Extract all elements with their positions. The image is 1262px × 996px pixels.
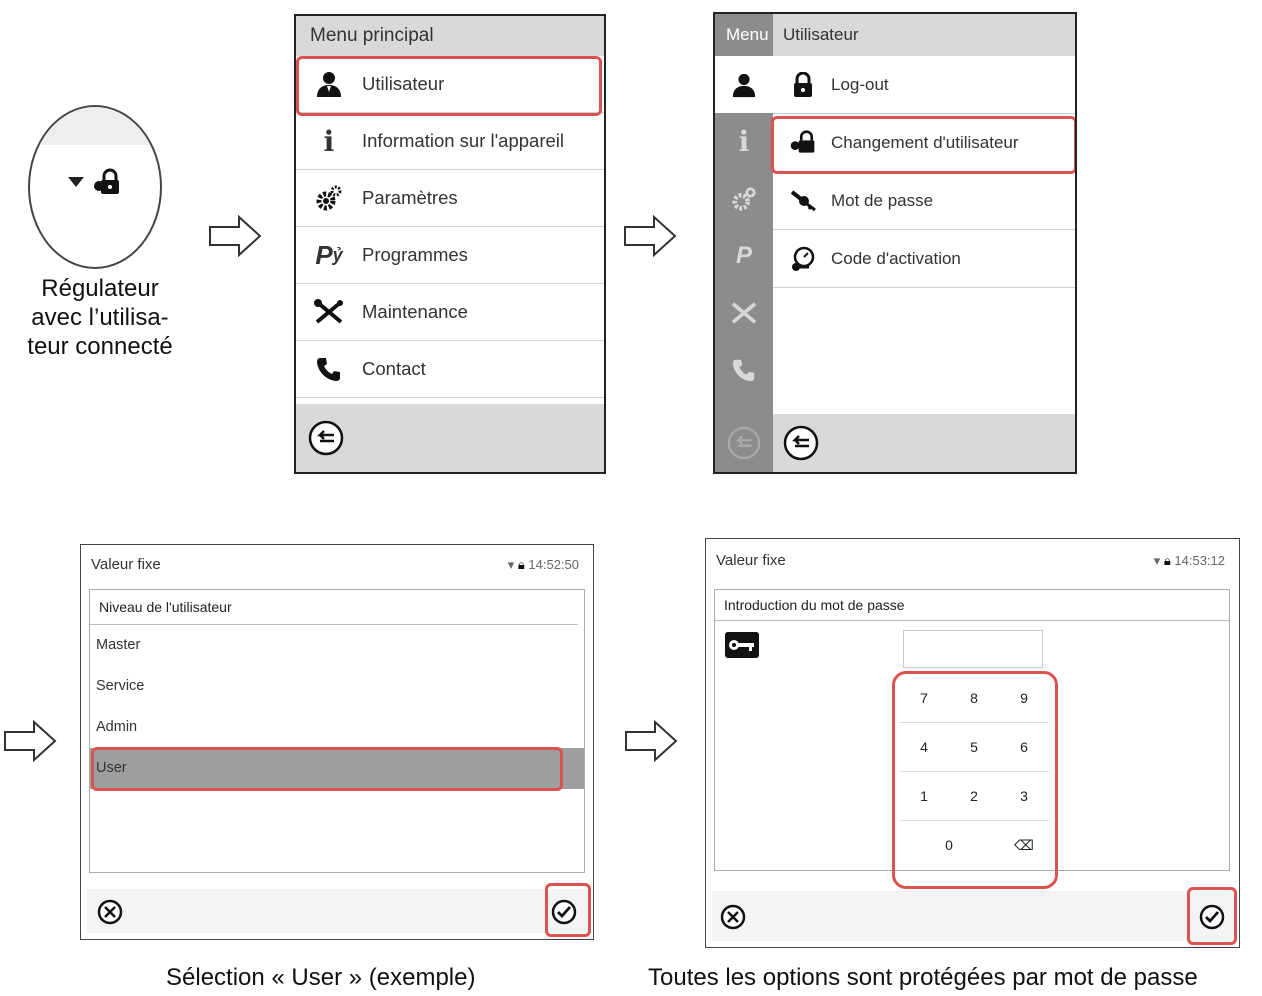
sidebar-item-settings[interactable] xyxy=(715,170,773,227)
menu-item-logout[interactable]: Log-out xyxy=(773,56,1075,114)
user-menu-screen: Menu i P Utilisateur Log-out Changement … xyxy=(713,12,1077,474)
user-menu-main: Utilisateur Log-out Changement d'utilisa… xyxy=(773,14,1075,472)
status-title: Valeur fixe xyxy=(91,556,161,573)
highlight-box xyxy=(545,883,591,937)
back-icon[interactable] xyxy=(783,425,819,461)
main-menu-screen: Menu principal Utilisateur i Information… xyxy=(294,14,606,474)
panel-header: Introduction du mot de passe xyxy=(715,590,1229,621)
menu-item-label: Information sur l'appareil xyxy=(362,130,564,151)
phone-icon xyxy=(732,359,755,381)
dropdown-triangle-icon xyxy=(68,177,84,187)
list-header: Niveau de l'utilisateur xyxy=(90,590,578,625)
list-item[interactable]: Master xyxy=(90,625,584,666)
user-lock-icon xyxy=(94,168,119,194)
clock-time: 14:52:50 xyxy=(528,557,579,572)
status-bar: Valeur fixe ▾ 🔒︎ 14:52:50 xyxy=(81,545,593,585)
user-level-screen: Valeur fixe ▾ 🔒︎ 14:52:50 Niveau de l'ut… xyxy=(80,544,594,940)
footer-bar xyxy=(296,404,604,472)
caption-password: Toutes les options sont protégées par mo… xyxy=(648,964,1198,991)
highlight-box xyxy=(91,747,563,791)
caption-selection: Sélection « User » (exemple) xyxy=(166,964,476,991)
menu-item-maintenance[interactable]: Maintenance xyxy=(296,284,604,341)
programs-icon: P xyxy=(735,241,752,269)
arrow-right-icon xyxy=(624,214,677,258)
highlight-box xyxy=(892,671,1058,889)
menu-item-settings[interactable]: Paramètres xyxy=(296,170,604,227)
clock-time: 14:53:12 xyxy=(1174,553,1225,568)
phone-icon xyxy=(314,354,344,384)
user-level-list: Niveau de l'utilisateur Master Service A… xyxy=(89,589,585,873)
caption-controller: Régulateur avec l’utilisa- teur connecté xyxy=(27,275,173,360)
menu-item-label: Paramètres xyxy=(362,187,458,208)
menu-item-programs[interactable]: Pỷ Programmes xyxy=(296,227,604,284)
status-right: ▾ 🔒︎ 14:52:50 xyxy=(508,545,579,585)
status-title: Valeur fixe xyxy=(716,552,786,569)
arrow-right-icon xyxy=(4,719,57,763)
page-title: Menu principal xyxy=(296,16,604,56)
cancel-icon[interactable] xyxy=(720,904,746,930)
sidebar-item-info[interactable]: i xyxy=(715,113,773,170)
sidebar-item-user[interactable] xyxy=(715,56,773,113)
menu-item-label: Contact xyxy=(362,358,426,379)
menu-item-contact[interactable]: Contact xyxy=(296,341,604,398)
footer-bar xyxy=(773,414,1075,472)
highlight-box xyxy=(1187,887,1237,945)
gears-icon xyxy=(314,183,344,213)
activation-code-icon xyxy=(789,245,817,273)
menu-item-label: Programmes xyxy=(362,244,468,265)
arrow-right-icon xyxy=(625,719,678,763)
status-bar: Valeur fixe ▾ 🔒︎ 14:53:12 xyxy=(706,539,1239,583)
list-item[interactable]: Admin xyxy=(90,707,584,748)
menu-item-label: Maintenance xyxy=(362,301,468,322)
footer-bar xyxy=(87,889,587,933)
sidebar-item-contact[interactable] xyxy=(715,341,773,398)
menu-item-activation-code[interactable]: Code d'activation xyxy=(773,230,1075,288)
password-input[interactable] xyxy=(903,630,1043,668)
menu-item-password[interactable]: Mot de passe xyxy=(773,172,1075,230)
highlight-box xyxy=(296,56,602,116)
info-icon: i xyxy=(323,124,335,158)
lock-icon: 🔒︎ xyxy=(517,557,525,572)
dropdown-triangle-icon: ▾ xyxy=(507,557,515,572)
key-icon xyxy=(725,632,759,658)
list-item[interactable]: Service xyxy=(90,666,584,707)
lock-icon xyxy=(789,71,817,99)
gears-icon xyxy=(732,186,756,211)
user-icon xyxy=(732,73,756,97)
sidebar-title: Menu xyxy=(715,14,773,56)
highlight-box xyxy=(771,116,1075,174)
menu-item-device-info[interactable]: i Information sur l'appareil xyxy=(296,113,604,170)
password-screen: Valeur fixe ▾ 🔒︎ 14:53:12 Introduction d… xyxy=(705,538,1240,948)
wrench-icon xyxy=(731,301,757,324)
info-icon: i xyxy=(738,125,750,158)
wrench-icon xyxy=(314,297,344,327)
status-lock-zoom xyxy=(28,105,162,269)
page-title: Utilisateur xyxy=(773,14,1075,56)
sidebar-item-programs[interactable]: P xyxy=(715,227,773,284)
footer-bar xyxy=(712,891,1233,941)
lock-icon: 🔒︎ xyxy=(1163,553,1171,568)
key-icon xyxy=(789,187,817,215)
back-icon[interactable] xyxy=(308,420,344,456)
dropdown-triangle-icon: ▾ xyxy=(1153,553,1161,568)
back-icon xyxy=(727,426,761,460)
programs-icon: Pỷ xyxy=(315,239,343,270)
arrow-right-icon xyxy=(209,214,262,258)
menu-sidebar: Menu i P xyxy=(715,14,773,472)
status-right: ▾ 🔒︎ 14:53:12 xyxy=(1154,539,1225,583)
cancel-icon[interactable] xyxy=(97,899,123,925)
sidebar-back xyxy=(715,414,773,472)
sidebar-item-maintenance[interactable] xyxy=(715,284,773,341)
